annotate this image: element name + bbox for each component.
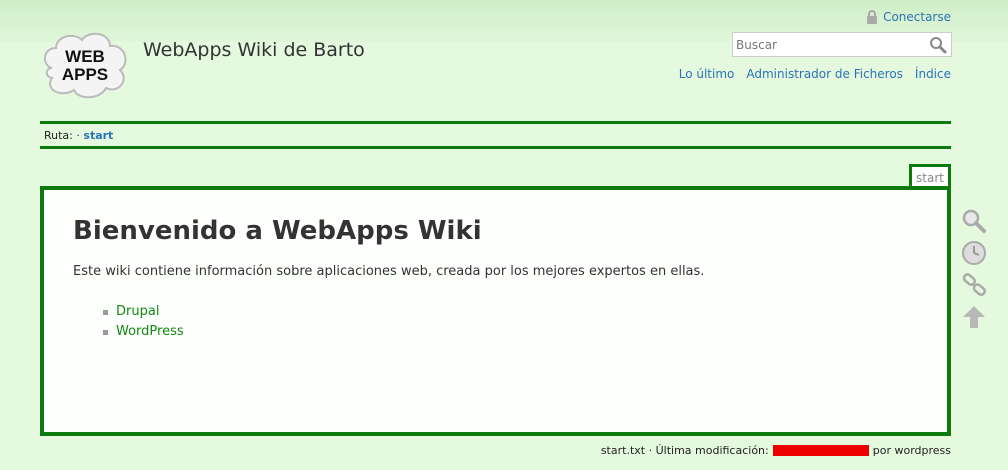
breadcrumb-separator: · bbox=[76, 129, 80, 142]
logo-text-web: WEB bbox=[65, 47, 105, 66]
wordpress-link[interactable]: WordPress bbox=[116, 322, 184, 342]
login-label[interactable]: Conectarse bbox=[883, 10, 951, 24]
breadcrumb-label: Ruta: bbox=[44, 129, 73, 142]
breadcrumb-current[interactable]: start bbox=[83, 129, 113, 142]
site-title[interactable]: WebApps Wiki de Barto bbox=[143, 39, 365, 61]
link-icon[interactable] bbox=[960, 272, 988, 298]
list-item: WordPress bbox=[103, 322, 184, 342]
page-tools bbox=[960, 208, 988, 330]
search-icon[interactable] bbox=[960, 208, 988, 234]
doc-info: start.txt · Última modificación: por wor… bbox=[601, 444, 951, 457]
bullet-icon bbox=[103, 309, 108, 315]
modified-by: por wordpress bbox=[872, 444, 951, 457]
recent-changes-link[interactable]: Lo último bbox=[679, 67, 735, 81]
list-item: Drupal bbox=[103, 302, 184, 322]
arrow-up-icon[interactable] bbox=[960, 304, 988, 330]
bullet-icon bbox=[103, 329, 108, 335]
login-link[interactable]: Conectarse bbox=[866, 10, 951, 24]
search-box bbox=[732, 32, 952, 57]
search-icon[interactable] bbox=[929, 36, 947, 54]
breadcrumb: Ruta: · start bbox=[44, 129, 113, 142]
modified-label: · Última modificación: bbox=[648, 444, 769, 457]
page-heading: Bienvenido a WebApps Wiki bbox=[73, 216, 482, 246]
header-divider-top bbox=[40, 121, 951, 124]
header-divider-bottom bbox=[40, 146, 951, 149]
index-link[interactable]: Índice bbox=[915, 67, 951, 81]
clock-icon[interactable] bbox=[960, 240, 988, 266]
redacted-date bbox=[772, 445, 869, 456]
site-tools: Lo último Administrador de Ficheros Índi… bbox=[679, 67, 951, 81]
page-content: Bienvenido a WebApps Wiki Este wiki cont… bbox=[40, 186, 951, 436]
site-logo[interactable]: WEB APPS bbox=[40, 28, 130, 100]
logo-text-apps: APPS bbox=[62, 65, 108, 84]
page-intro: Este wiki contiene información sobre apl… bbox=[73, 264, 705, 279]
drupal-link[interactable]: Drupal bbox=[116, 302, 159, 322]
doc-filename: start.txt bbox=[600, 444, 646, 457]
lock-icon bbox=[866, 10, 878, 24]
link-list: Drupal WordPress bbox=[103, 302, 184, 342]
search-input[interactable] bbox=[733, 33, 929, 56]
media-manager-link[interactable]: Administrador de Ficheros bbox=[746, 67, 903, 81]
